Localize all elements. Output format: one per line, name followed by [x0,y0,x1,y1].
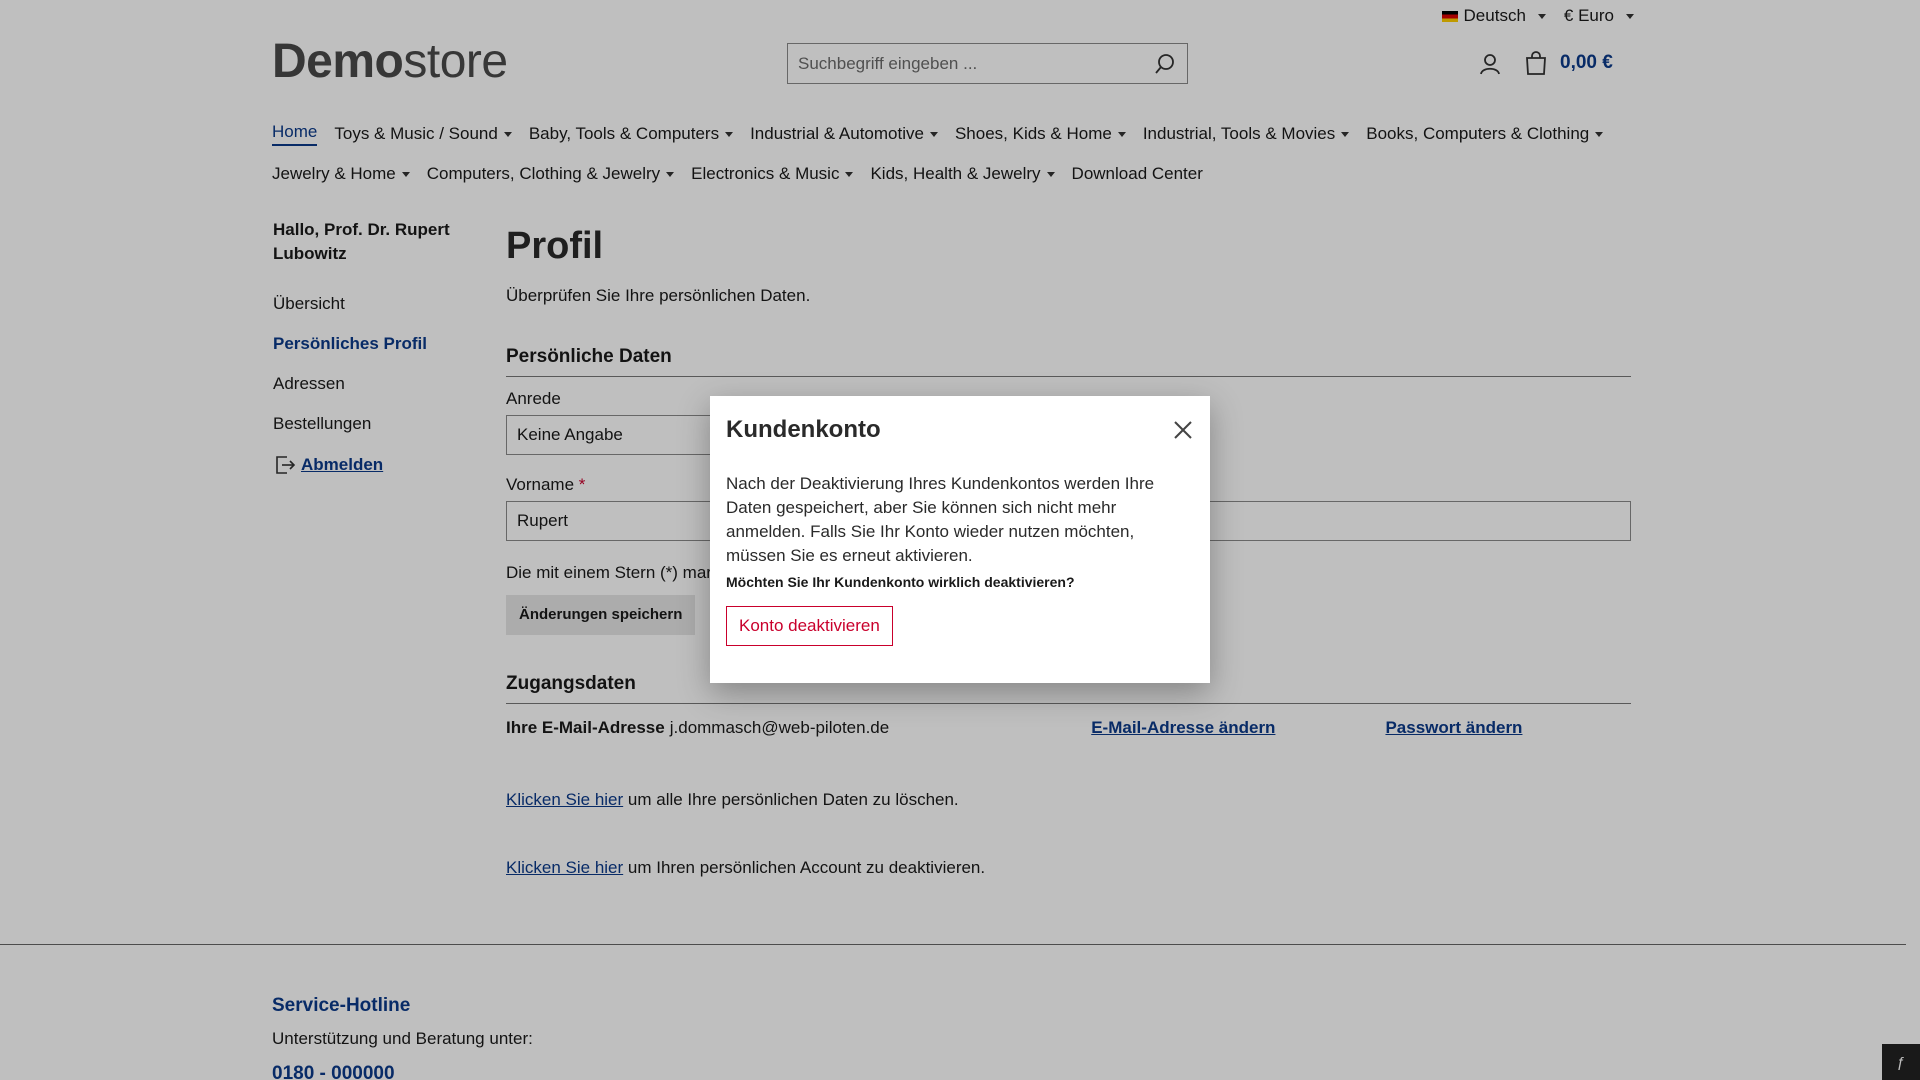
modal-question: Möchten Sie Ihr Kundenkonto wirklich dea… [726,574,1075,590]
modal-header: Kundenkonto [726,416,1194,444]
deactivate-account-button[interactable]: Konto deaktivieren [726,606,893,646]
modal-title: Kundenkonto [726,416,881,443]
close-icon[interactable] [1172,419,1194,441]
modal-body: Nach der Deaktivierung Ihres Kundenkonto… [726,474,1155,565]
deactivate-account-modal: Kundenkonto Nach der Deaktivierung Ihres… [710,396,1210,683]
